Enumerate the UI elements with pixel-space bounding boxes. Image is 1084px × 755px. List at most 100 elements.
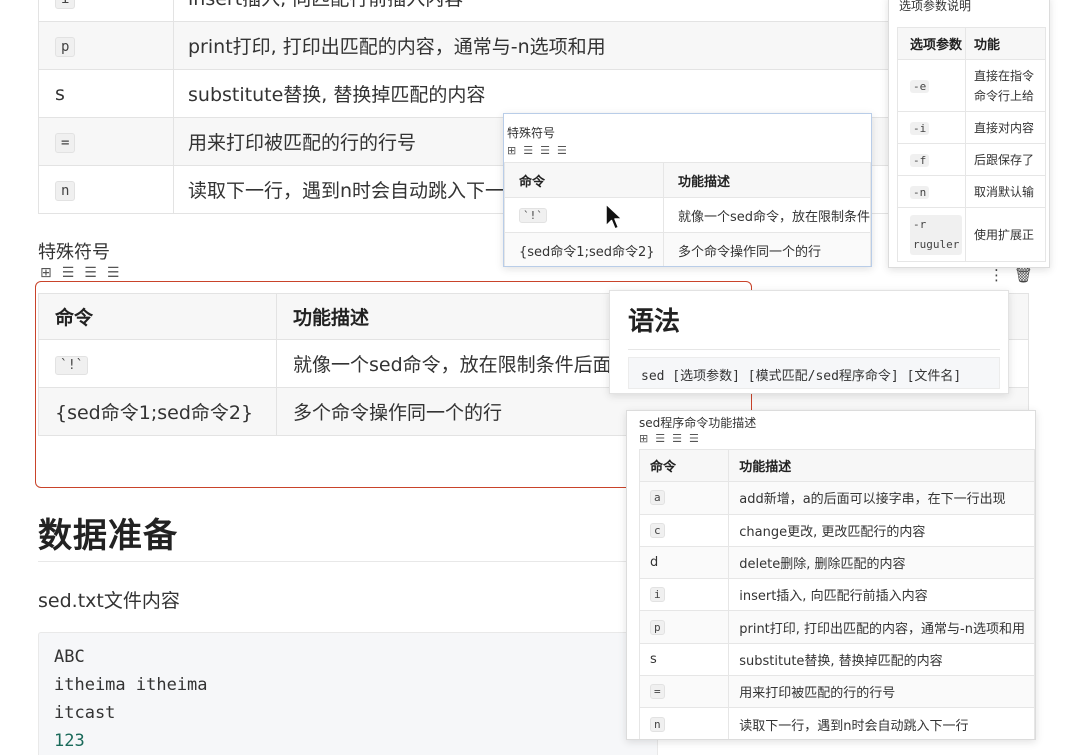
heading-divider — [38, 561, 638, 562]
command-chip: p — [55, 37, 76, 57]
column-header: 功能 — [965, 27, 1046, 60]
align-right-icon[interactable]: ☰ — [107, 266, 120, 280]
command-chip: n — [55, 181, 76, 201]
column-header: 功能描述 — [662, 162, 871, 198]
special-symbol-table: 命令 功能描述 `!` 就像一个sed命令，放在限制条件 {sed命令1;sed命令… — [504, 162, 871, 266]
align-center-icon[interactable]: ☰ — [84, 266, 97, 280]
align-left-icon[interactable]: ☰ — [62, 266, 75, 280]
title-divider — [628, 349, 1000, 350]
table-row: = 用来打印被匹配的行的行号 — [638, 675, 1035, 709]
table-cell: 就像一个sed命令，放在限制条件 — [662, 197, 871, 233]
table-row: s substitute替换, 替换掉匹配的内容 — [638, 642, 1035, 677]
table-cell: substitute替换, 替换掉匹配的内容 — [728, 642, 1035, 677]
row-tools: ⋮ 🗑 — [989, 266, 1033, 284]
column-header: 命令 — [638, 448, 730, 483]
table-row: s substitute替换, 替换掉匹配的内容 — [38, 69, 1034, 118]
align-left-icon[interactable]: ☰ — [655, 433, 665, 444]
grid-icon[interactable]: ⊞ — [639, 433, 648, 444]
code-line: itcast — [54, 703, 116, 723]
table-toolbar: ⊞ ☰ ☰ ☰ — [639, 433, 699, 444]
trash-icon[interactable]: 🗑 — [1014, 266, 1033, 284]
popup-title: 语法 — [628, 307, 681, 337]
grid-icon[interactable]: ⊞ — [40, 266, 52, 280]
command-chip: = — [55, 133, 76, 153]
section-heading: 数据准备 — [38, 516, 178, 556]
table-cell: add新增，a的后面可以接字串，在下一行出现 — [728, 481, 1035, 515]
popup-caption: 选项参数说明 — [899, 0, 972, 13]
table-cell: change更改, 更改匹配行的内容 — [728, 513, 1035, 547]
command-chip: = — [650, 684, 665, 700]
table-row: i insert插入, 向匹配行前插入内容 — [638, 578, 1035, 612]
command-chip: p — [650, 619, 665, 635]
table-row: -r ruguler 使用扩展正 — [897, 207, 1046, 262]
option-chip: -i — [910, 121, 930, 135]
code-line: ABC — [54, 647, 85, 667]
command-chip: i — [650, 587, 665, 603]
command-chip: `!` — [519, 207, 547, 223]
table-cell: d — [638, 545, 730, 580]
table-row: -f 后跟保存了 — [897, 143, 1046, 176]
option-chip: -f — [910, 153, 930, 167]
table-cell: s — [38, 69, 174, 118]
command-chip: a — [650, 490, 665, 506]
table-row: -i 直接对内容 — [897, 111, 1046, 144]
option-chip: -r ruguler — [910, 214, 963, 255]
table-cell: 直接在指令 命令行上给 — [965, 59, 1046, 112]
table-header-row: 命令 功能描述 — [638, 448, 1035, 483]
special-symbol-popup-card[interactable]: 特殊符号 ⊞ ☰ ☰ ☰ 命令 功能描述 `!` 就像一个sed命令，放在限制条件 … — [503, 113, 872, 267]
popup-caption: sed程序命令功能描述 — [639, 416, 757, 430]
table-cell: 取消默认输 — [965, 175, 1046, 208]
table-cell: 直接对内容 — [965, 111, 1046, 144]
table-row: p print打印, 打印出匹配的内容，通常与-n选项和用 — [638, 610, 1035, 644]
align-center-icon[interactable]: ☰ — [540, 145, 550, 156]
syntax-code: sed [选项参数] [模式匹配/sed程序命令] [文件名] — [628, 357, 1000, 389]
code-line: 123 — [54, 731, 85, 751]
table-header-row: 命令 功能描述 — [504, 162, 871, 198]
table-cell: 后跟保存了 — [965, 143, 1046, 176]
table-row: iinsert插入, 向匹配行前插入内容 — [38, 0, 1034, 22]
table-toolbar: ⊞ ☰ ☰ ☰ — [507, 145, 567, 156]
option-chip: -e — [910, 79, 930, 93]
align-right-icon[interactable]: ☰ — [557, 145, 567, 156]
column-header: 命令 — [504, 162, 664, 198]
sed-commands-table: 命令 功能描述 a add新增，a的后面可以接字串，在下一行出现 c change更改… — [638, 448, 1035, 739]
table-row: c change更改, 更改匹配行的内容 — [638, 513, 1035, 547]
table-cell: 多个命令操作同一个的行 — [662, 232, 871, 266]
table-cell: s — [638, 642, 730, 677]
table-header-row: 选项参数 功能 — [897, 27, 1046, 60]
option-chip: -n — [910, 185, 930, 199]
table-row: n 读取下一行，遇到n时会自动跳入下一行 — [638, 707, 1035, 739]
command-chip: i — [55, 0, 76, 9]
mouse-pointer-icon — [604, 202, 624, 236]
options-table: 选项参数 功能 -e 直接在指令 命令行上给 -i 直接对内容 -f 后跟保存了 -n 取… — [897, 27, 1046, 262]
table-cell: 使用扩展正 — [965, 207, 1046, 262]
table-cell: 读取下一行，遇到n时会自动跳入下一行 — [728, 707, 1035, 739]
options-popup-card[interactable]: 选项参数说明 选项参数 功能 -e 直接在指令 命令行上给 -i 直接对内容 -f 后跟… — [888, 0, 1050, 268]
section-label: 特殊符号 — [38, 242, 110, 263]
file-label: sed.txt文件内容 — [38, 590, 180, 612]
command-chip: n — [650, 716, 665, 732]
table-row: -n 取消默认输 — [897, 175, 1046, 208]
table-cell: {sed命令1;sed命令2} — [504, 232, 664, 266]
align-right-icon[interactable]: ☰ — [689, 433, 699, 444]
syntax-popup-card[interactable]: 语法 sed [选项参数] [模式匹配/sed程序命令] [文件名] — [609, 290, 1009, 394]
table-cell: insert插入, 向匹配行前插入内容 — [728, 578, 1035, 612]
more-vertical-icon[interactable]: ⋮ — [989, 266, 1004, 284]
table-cell: delete删除, 删除匹配的内容 — [728, 545, 1035, 580]
table-cell: print打印, 打印出匹配的内容，通常与-n选项和用 — [728, 610, 1035, 644]
table-row: p print打印, 打印出匹配的内容，通常与-n选项和用 — [38, 21, 1034, 70]
table-row: {sed命令1;sed命令2} 多个命令操作同一个的行 — [504, 232, 871, 266]
table-row: `!` 就像一个sed命令，放在限制条件 — [504, 197, 871, 233]
table-row: -e 直接在指令 命令行上给 — [897, 59, 1046, 112]
table-cell: 用来打印被匹配的行的行号 — [728, 675, 1035, 709]
align-center-icon[interactable]: ☰ — [672, 433, 682, 444]
grid-icon[interactable]: ⊞ — [507, 145, 516, 156]
code-block[interactable]: ABC itheima itheima itcast 123 — [38, 632, 658, 755]
table-row: a add新增，a的后面可以接字串，在下一行出现 — [638, 481, 1035, 515]
command-chip: c — [650, 522, 665, 538]
sed-commands-popup-card[interactable]: sed程序命令功能描述 ⊞ ☰ ☰ ☰ 命令 功能描述 a add新增，a的后面可以… — [626, 410, 1036, 740]
column-header: 功能描述 — [728, 448, 1035, 483]
code-line: itheima itheima — [54, 675, 208, 695]
table-row: d delete删除, 删除匹配的内容 — [638, 545, 1035, 580]
align-left-icon[interactable]: ☰ — [523, 145, 533, 156]
